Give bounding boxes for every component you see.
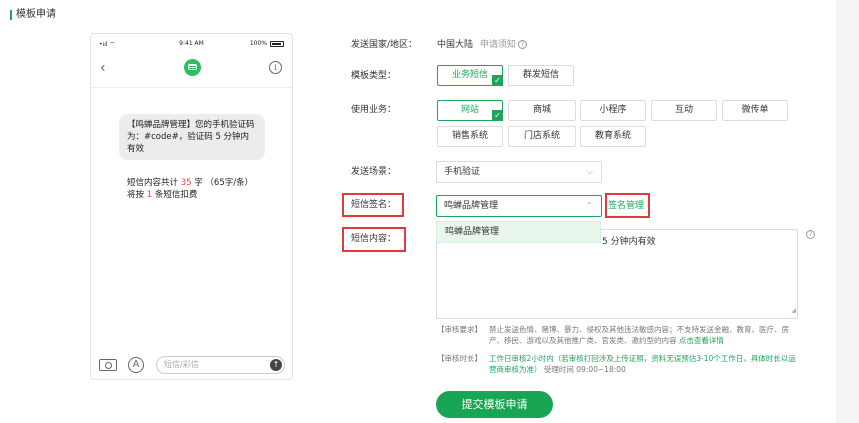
sms-count-text: 短信内容共计 35 字 （65字/条）将按 1 条短信扣费 [127, 178, 254, 200]
info-icon[interactable]: i [269, 61, 282, 74]
review-time-label: 【审核时长】 [437, 354, 482, 363]
help-icon[interactable]: ? [517, 40, 527, 49]
usage-option-store[interactable]: 门店系统 [508, 126, 576, 147]
usage-label: 使用业务： [351, 105, 397, 115]
chevron-up-icon: ⌃ [586, 201, 593, 210]
battery-percent: 100% [249, 40, 267, 47]
camera-icon[interactable] [99, 359, 117, 371]
char-count: 35 [180, 178, 192, 188]
usage-option-sales[interactable]: 销售系统 [437, 126, 503, 147]
chevron-down-icon: ⌵ [586, 167, 593, 176]
review-requirement-label: 【审核要求】 [437, 325, 482, 334]
usage-option-website[interactable]: 网站 [437, 100, 503, 121]
usage-option-interaction[interactable]: 互动 [651, 100, 717, 121]
usage-option-education[interactable]: 教育系统 [580, 126, 646, 147]
help-icon[interactable]: ? [806, 230, 815, 239]
page-title: 模板申请 [10, 9, 56, 21]
country-label: 发送国家/地区： [351, 40, 418, 50]
apply-notice-link[interactable]: 申请须知 [480, 40, 516, 50]
sms-input[interactable]: 短信/彩信 ↑ [156, 356, 285, 374]
type-option-business[interactable]: 业务短信 [437, 65, 503, 86]
phone-input-bar: A 短信/彩信 ↑ [99, 356, 285, 374]
battery-icon [270, 40, 284, 47]
usage-option-mall[interactable]: 商城 [508, 100, 576, 121]
review-requirement-text: 禁止发送色情、赌博、暴力、侵权及其他违法敏感内容；不支持发送金融、教育、医疗、房… [489, 325, 789, 345]
send-icon[interactable]: ↑ [270, 359, 282, 371]
scene-select[interactable]: 手机验证 ⌵ [436, 161, 602, 183]
view-details-link[interactable]: 点击查看详情 [679, 336, 724, 345]
template-type-label: 模板类型： [351, 71, 397, 81]
content-label: 短信内容： [351, 234, 397, 244]
sms-input-placeholder: 短信/彩信 [164, 360, 199, 369]
sign-manage-link[interactable]: 签名管理 [608, 200, 644, 212]
back-arrow-icon[interactable]: ‹ [100, 61, 106, 75]
review-time-text: 工作日审核2小时内（若审核打回涉及上传证照，资料无误预估3-10个工作日，具体时… [489, 354, 796, 374]
right-scroll-strip [836, 0, 859, 423]
content-text: 5 分钟内有效 [602, 237, 656, 247]
usage-option-miniprogram[interactable]: 小程序 [580, 100, 646, 121]
country-value: 中国大陆 申请须知? [437, 39, 527, 51]
type-option-mass[interactable]: 群发短信 [508, 65, 574, 86]
sms-preview-bubble: 【鸣蝉品牌管理】您的手机验证码为：#code#，验证码 5 分钟内有效 [119, 114, 265, 160]
scene-label: 发送场景： [351, 167, 397, 177]
header-divider [91, 87, 292, 88]
status-bar: •ııl ⌔ 9:41 AM 100% [91, 34, 292, 52]
submit-template-button[interactable]: 提交模板申请 [436, 391, 553, 418]
usage-option-microflyer[interactable]: 微传单 [722, 100, 788, 121]
resize-handle-icon[interactable]: ◢ [791, 305, 796, 317]
sign-label: 短信签名： [351, 200, 397, 210]
phone-preview: •ııl ⌔ 9:41 AM 100% ‹ i 【鸣蝉品牌管理】您的手机验证码为… [90, 33, 293, 380]
sign-select[interactable]: 鸣蝉品牌管理 ⌃ [436, 195, 602, 217]
sign-dropdown-option[interactable]: 鸣蝉品牌管理 [436, 221, 601, 243]
message-app-icon [184, 59, 201, 76]
appstore-icon[interactable]: A [128, 357, 144, 373]
